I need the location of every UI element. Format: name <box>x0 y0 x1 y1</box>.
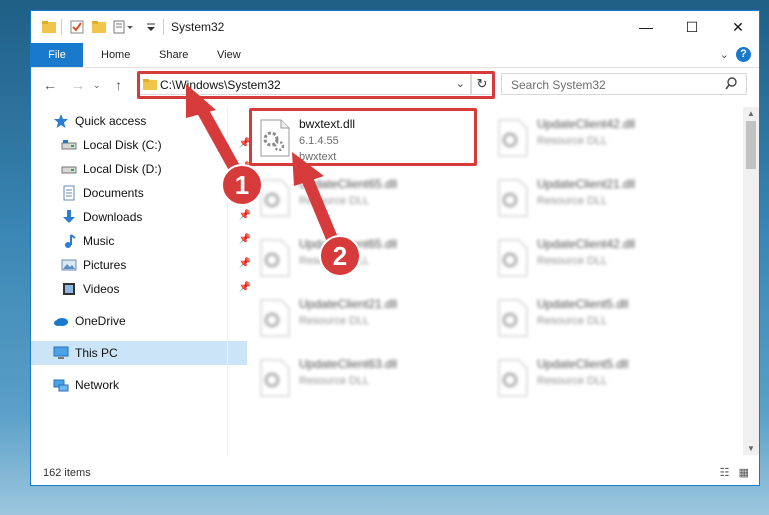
step-badge-1: 1 <box>234 170 250 200</box>
step-badge-2: 2 <box>332 241 348 271</box>
annotation-overlay <box>186 84 361 277</box>
